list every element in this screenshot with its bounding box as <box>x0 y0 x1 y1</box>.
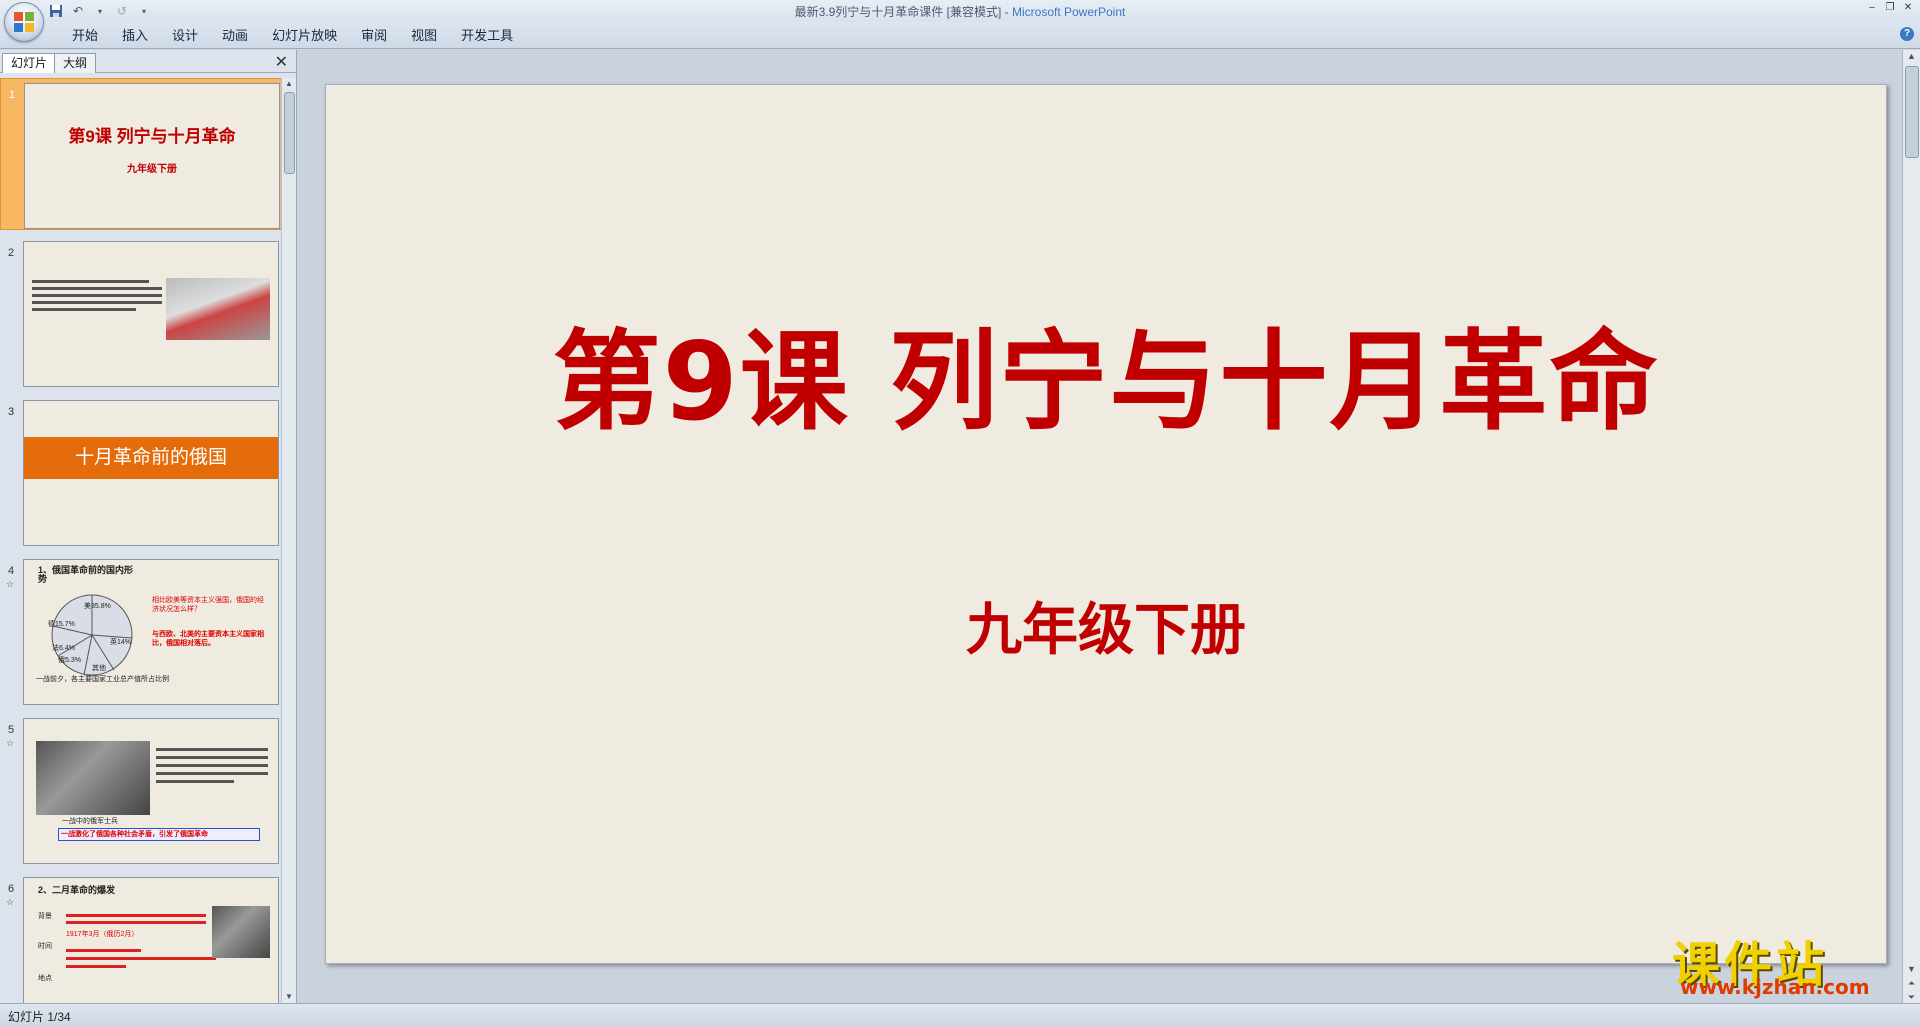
thumbnail-number: 2 <box>8 247 15 259</box>
app-name: Microsoft PowerPoint <box>1011 5 1126 19</box>
status-bar: 幻灯片 1/34 <box>0 1003 1920 1026</box>
slide-editor: 第9课 列宁与十月革命 九年级下册 <box>297 50 1903 1003</box>
watermark-url: www.kjzhan.com <box>1680 975 1870 999</box>
slide-thumbnail-2[interactable]: 2 <box>0 237 282 389</box>
scroll-up-icon[interactable]: ▲ <box>1903 50 1920 62</box>
thumbnail-number: 4 <box>8 565 15 577</box>
editor-vertical-scrollbar[interactable]: ▲ ▼ ⏶ ⏷ <box>1902 50 1920 1003</box>
text-lines <box>32 276 162 315</box>
tab-design[interactable]: 设计 <box>160 27 210 45</box>
thumbnail-preview: 十月革命前的俄国 <box>23 400 279 546</box>
close-pane-icon[interactable]: ✕ <box>275 52 288 72</box>
title-bar: ↶ ▾ ↺ ▾ 最新3.9列宁与十月革命课件 [兼容模式] - Microsof… <box>0 0 1920 42</box>
scroll-thumb[interactable] <box>284 92 295 174</box>
help-icon[interactable]: ? <box>1900 27 1914 41</box>
slide-subtitle[interactable]: 九年级下册 <box>326 585 1886 666</box>
pie-label: 美35.8% <box>84 603 111 610</box>
scroll-thumb[interactable] <box>1905 66 1919 158</box>
row-label: 地点 <box>38 975 52 982</box>
tab-review[interactable]: 审阅 <box>349 27 399 45</box>
text-lines <box>66 910 206 928</box>
tab-view[interactable]: 视图 <box>399 27 449 45</box>
thumbnail-preview: 第9课 列宁与十月革命 九年级下册 <box>24 83 280 229</box>
ribbon-tab-bar: 开始 插入 设计 动画 幻灯片放映 审阅 视图 开发工具 ? <box>0 22 1920 49</box>
tab-insert[interactable]: 插入 <box>110 27 160 45</box>
thumbnail-heading: 2、二月革命的爆发 <box>38 885 116 895</box>
watermark-logo: 课件站 www.kjzhan.com <box>1672 925 1902 1000</box>
animation-mark-icon: ☆ <box>6 897 15 907</box>
question-text: 相比欧美等资本主义强国，俄国的经济状况怎么样？ <box>152 597 264 613</box>
ribbon-tabs: 开始 插入 设计 动画 幻灯片放映 审阅 视图 开发工具 <box>60 27 525 45</box>
photo-caption: 一战中的俄军士兵 <box>62 818 118 825</box>
window-title: 最新3.9列宁与十月革命课件 [兼容模式] - Microsoft PowerP… <box>0 3 1920 20</box>
thumbnail-subtitle: 九年级下册 <box>127 164 177 175</box>
previous-slide-icon[interactable]: ⏶ <box>1903 977 1920 989</box>
office-logo-icon <box>14 12 34 32</box>
text-lines <box>156 743 268 788</box>
slide-thumbnail-5[interactable]: 5 ☆ 一战中的俄军士兵 一战激化了俄国各种社会矛盾，引发了俄国革命 <box>0 714 282 866</box>
thumbnail-photo <box>36 741 150 815</box>
current-slide[interactable]: 第9课 列宁与十月革命 九年级下册 <box>325 84 1887 964</box>
date-text: 1917年3月（俄历2月） <box>66 931 139 938</box>
close-icon[interactable]: ✕ <box>1900 1 1916 15</box>
next-slide-icon[interactable]: ⏷ <box>1903 991 1920 1003</box>
office-button[interactable] <box>4 2 44 42</box>
pie-label: 其他 <box>92 665 106 672</box>
thumbnail-number: 3 <box>8 406 15 418</box>
tab-outline[interactable]: 大纲 <box>54 53 97 73</box>
text-lines <box>66 944 216 973</box>
thumbnail-number: 5 <box>8 724 15 736</box>
slide-thumbnail-3[interactable]: 3 十月革命前的俄国 <box>0 396 282 548</box>
thumbnail-title: 第9课 列宁与十月革命 <box>68 127 236 146</box>
pane-scrollbar[interactable]: ▲ ▼ <box>281 78 296 1003</box>
scroll-down-icon[interactable]: ▼ <box>1903 963 1920 975</box>
thumbnail-preview: 2、二月革命的爆发 背景 时间 地点 1917年3月（俄历2月） <box>23 877 279 1003</box>
minimize-icon[interactable]: – <box>1864 1 1880 15</box>
slide-thumbnail-1[interactable]: 1 第9课 列宁与十月革命 九年级下册 <box>0 78 282 230</box>
tab-developer[interactable]: 开发工具 <box>449 27 525 45</box>
pie-label: 法6.4% <box>52 645 75 652</box>
pie-label: 英14% <box>110 639 132 646</box>
thumbnail-photo <box>212 906 270 958</box>
slide-thumbnails: 1 第9课 列宁与十月革命 九年级下册 2 3 十月革命前的俄国 4 ☆ 1、俄… <box>0 78 282 1003</box>
row-label: 背景 <box>38 913 52 920</box>
animation-mark-icon: ☆ <box>6 579 15 589</box>
slide-title[interactable]: 第9课 列宁与十月革命 <box>326 295 1886 451</box>
thumbnail-number: 1 <box>9 89 16 101</box>
pie-label: 俄5.3% <box>58 657 81 664</box>
document-title: 最新3.9列宁与十月革命课件 [兼容模式] - <box>794 5 1012 19</box>
restore-icon[interactable]: ❐ <box>1882 1 1898 15</box>
scroll-down-icon[interactable]: ▼ <box>282 991 296 1003</box>
pie-label: 德15.7% <box>48 621 75 628</box>
chart-caption: 一战前夕，各主要国家工业总产值所占比例 <box>36 676 169 683</box>
animation-mark-icon: ☆ <box>6 738 15 748</box>
slide-thumbnail-6[interactable]: 6 ☆ 2、二月革命的爆发 背景 时间 地点 1917年3月（俄历2月） <box>0 873 282 1003</box>
thumbnail-banner: 十月革命前的俄国 <box>24 437 278 479</box>
answer-text: 与西欧、北美的主要资本主义国家相比，俄国相对落后。 <box>152 631 264 647</box>
slides-pane: 幻灯片 大纲 ✕ 1 第9课 列宁与十月革命 九年级下册 2 3 十月革命前的俄… <box>0 50 297 1003</box>
thumbnail-heading: 1、俄国革命前的国内形势 <box>38 565 134 584</box>
tab-slides[interactable]: 幻灯片 <box>2 53 57 73</box>
window-controls: – ❐ ✕ <box>1864 1 1916 15</box>
boxed-conclusion: 一战激化了俄国各种社会矛盾，引发了俄国革命 <box>58 828 260 841</box>
slide-thumbnail-4[interactable]: 4 ☆ 1、俄国革命前的国内形势 美35.8% 英14% 德15.7% 法6.4… <box>0 555 282 707</box>
scroll-up-icon[interactable]: ▲ <box>282 78 296 90</box>
tab-home[interactable]: 开始 <box>60 27 110 45</box>
thumbnail-preview: 1、俄国革命前的国内形势 美35.8% 英14% 德15.7% 法6.4% 俄5… <box>23 559 279 705</box>
row-label: 时间 <box>38 943 52 950</box>
tab-animations[interactable]: 动画 <box>210 27 260 45</box>
tab-slideshow[interactable]: 幻灯片放映 <box>260 27 349 45</box>
thumbnail-preview <box>23 241 279 387</box>
thumbnail-photo <box>166 278 270 340</box>
slide-counter: 幻灯片 1/34 <box>8 1010 71 1024</box>
pane-tabs: 幻灯片 大纲 ✕ <box>0 50 296 73</box>
thumbnail-preview: 一战中的俄军士兵 一战激化了俄国各种社会矛盾，引发了俄国革命 <box>23 718 279 864</box>
thumbnail-number: 6 <box>8 883 15 895</box>
